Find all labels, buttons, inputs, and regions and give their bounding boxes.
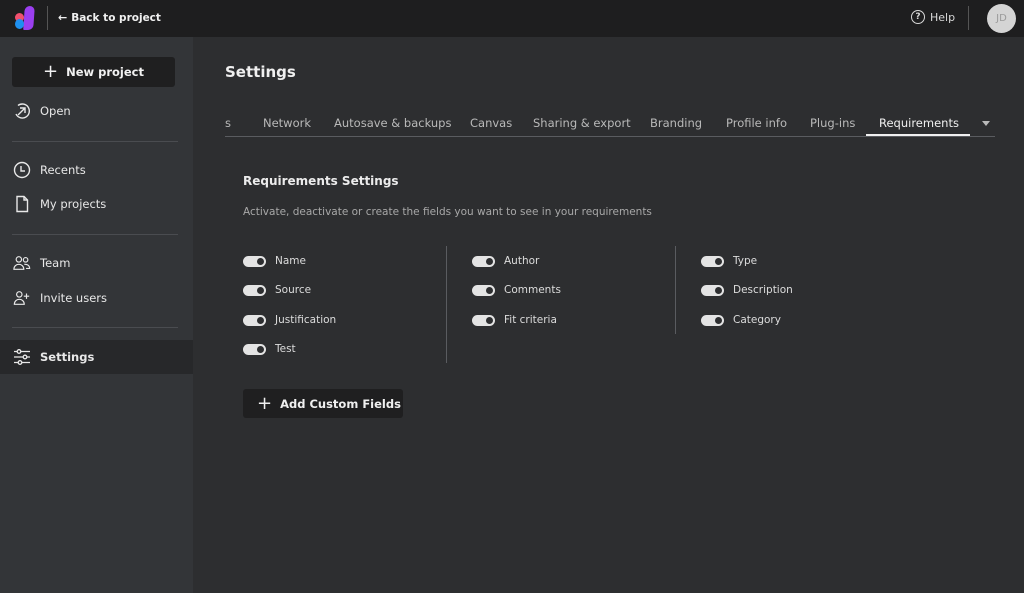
sidebar-item-label: Settings	[40, 350, 95, 364]
settings-tabs: ces Network Autosave & backups Canvas Sh…	[225, 112, 995, 137]
tab-autosave-backups[interactable]: Autosave & backups	[334, 116, 451, 130]
tab-branding[interactable]: Branding	[650, 116, 702, 130]
active-tab-indicator	[866, 134, 970, 136]
toggle-comments[interactable]	[472, 284, 495, 296]
field-label: Name	[275, 255, 306, 267]
toggle-knob	[257, 257, 264, 265]
section-description: Activate, deactivate or create the field…	[243, 206, 652, 218]
sliders-icon	[13, 348, 31, 366]
sidebar-item-settings[interactable]: Settings	[0, 340, 193, 374]
toggle-author[interactable]	[472, 255, 495, 267]
field-label: Description	[733, 284, 793, 296]
plus-icon: +	[42, 61, 59, 82]
logo-bar-shape	[23, 6, 35, 30]
open-arrow-icon	[13, 102, 31, 120]
tab-network[interactable]: Network	[263, 116, 311, 130]
tab-plug-ins[interactable]: Plug-ins	[810, 116, 855, 130]
toggle-knob	[486, 286, 493, 294]
field-row-comments: Comments	[472, 283, 561, 297]
field-label: Type	[733, 255, 758, 267]
divider	[968, 6, 969, 30]
field-row-source: Source	[243, 283, 311, 297]
section-title: Requirements Settings	[243, 174, 399, 188]
sidebar-item-label: Invite users	[40, 291, 107, 305]
tab-preferences[interactable]: ces	[225, 116, 231, 130]
question-circle-icon: ?	[911, 10, 925, 24]
new-project-button[interactable]: + New project	[12, 57, 175, 87]
help-label: Help	[930, 10, 956, 24]
back-label: Back to project	[71, 11, 161, 24]
tab-canvas[interactable]: Canvas	[470, 116, 512, 130]
app-logo[interactable]	[14, 6, 36, 30]
add-custom-fields-label: Add Custom Fields	[280, 396, 401, 411]
sidebar-item-invite-users[interactable]: Invite users	[0, 281, 193, 315]
clock-icon	[13, 161, 31, 179]
plus-icon: +	[257, 392, 273, 414]
tab-profile-info[interactable]: Profile info	[726, 116, 787, 130]
column-divider	[675, 246, 676, 334]
field-row-description: Description	[701, 283, 793, 297]
sidebar-item-open[interactable]: Open	[0, 94, 193, 128]
sidebar-item-my-projects[interactable]: My projects	[0, 187, 193, 221]
toggle-knob	[257, 345, 264, 353]
toggle-knob	[486, 316, 493, 324]
field-row-type: Type	[701, 254, 757, 268]
sidebar-item-team[interactable]: Team	[0, 246, 193, 280]
toggle-name[interactable]	[243, 255, 266, 267]
toggle-type[interactable]	[701, 255, 724, 267]
help-button[interactable]: ? Help	[911, 10, 955, 24]
tab-sharing-export[interactable]: Sharing & export	[533, 116, 631, 130]
field-row-name: Name	[243, 254, 306, 268]
user-avatar[interactable]: JD	[987, 4, 1016, 33]
toggle-knob	[715, 316, 722, 324]
field-label: Test	[275, 343, 296, 355]
toggle-description[interactable]	[701, 284, 724, 296]
invite-user-icon	[13, 289, 31, 307]
tabs-overflow-caret-icon[interactable]	[982, 121, 990, 126]
field-label: Category	[733, 314, 781, 326]
back-to-project-link[interactable]: ← Back to project	[58, 11, 161, 24]
toggle-category[interactable]	[701, 314, 724, 326]
field-label: Fit criteria	[504, 314, 557, 326]
divider	[47, 6, 48, 30]
tab-requirements[interactable]: Requirements	[879, 116, 959, 130]
field-row-fit-criteria: Fit criteria	[472, 313, 557, 327]
sidebar-item-recents[interactable]: Recents	[0, 153, 193, 187]
toggle-fit-criteria[interactable]	[472, 314, 495, 326]
document-icon	[13, 195, 31, 213]
column-divider	[446, 246, 447, 363]
sidebar-divider	[12, 327, 178, 328]
field-label: Comments	[504, 284, 561, 296]
toggle-justification[interactable]	[243, 314, 266, 326]
page-title: Settings	[225, 63, 296, 81]
sidebar-divider	[12, 141, 178, 142]
toggle-knob	[257, 316, 264, 324]
toggle-knob	[486, 257, 493, 265]
new-project-label: New project	[66, 65, 144, 79]
sidebar-item-label: Team	[40, 256, 71, 270]
toggle-knob	[715, 257, 722, 265]
toggle-test[interactable]	[243, 343, 266, 355]
field-row-test: Test	[243, 342, 296, 356]
add-custom-fields-button[interactable]: + Add Custom Fields	[243, 389, 403, 418]
sidebar-item-label: Recents	[40, 163, 86, 177]
sidebar-item-label: Open	[40, 104, 71, 118]
sidebar-divider	[12, 234, 178, 235]
field-label: Source	[275, 284, 312, 296]
toggle-knob	[257, 286, 264, 294]
sidebar: + New project Open Recents My projects T…	[0, 37, 193, 593]
top-bar: ← Back to project ? Help JD	[0, 0, 1024, 37]
arrow-left-icon: ←	[58, 11, 68, 24]
logo-dot-blue	[15, 19, 24, 29]
field-label: Author	[504, 255, 540, 267]
field-row-author: Author	[472, 254, 539, 268]
sidebar-item-label: My projects	[40, 197, 107, 211]
toggle-knob	[715, 286, 722, 294]
field-label: Justification	[275, 314, 337, 326]
toggle-source[interactable]	[243, 284, 266, 296]
field-row-justification: Justification	[243, 313, 336, 327]
field-row-category: Category	[701, 313, 781, 327]
team-icon	[13, 254, 31, 272]
